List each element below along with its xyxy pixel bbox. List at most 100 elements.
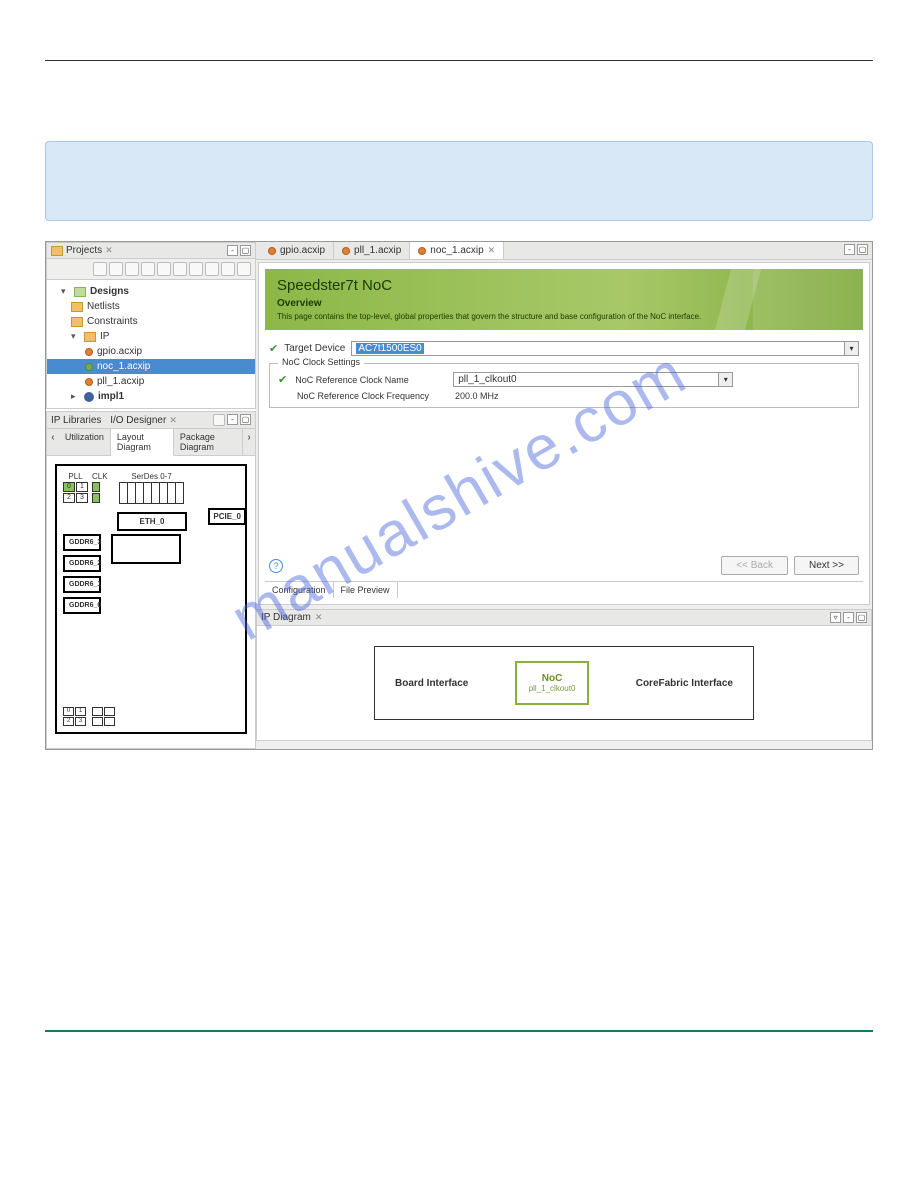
maximize-button[interactable]: ▢ bbox=[240, 414, 251, 425]
tab-utilization[interactable]: Utilization bbox=[59, 429, 111, 455]
expand-icon[interactable]: ▸ bbox=[71, 392, 80, 401]
config-header: Speedster7t NoC Overview This page conta… bbox=[265, 269, 863, 330]
clk-grid[interactable] bbox=[92, 482, 108, 503]
tree-node-pll[interactable]: pll_1.acxip bbox=[47, 374, 255, 389]
scroll-left-icon[interactable]: ‹ bbox=[47, 429, 59, 455]
pll-cell[interactable]: 0 bbox=[63, 482, 75, 492]
maximize-button[interactable]: ▢ bbox=[240, 245, 251, 256]
grid-cell[interactable] bbox=[92, 717, 103, 726]
grid-cell[interactable] bbox=[104, 707, 115, 716]
close-icon[interactable]: ✕ bbox=[105, 245, 113, 256]
back-button: << Back bbox=[721, 556, 788, 575]
gddr-block[interactable]: GDDR6_1 bbox=[63, 576, 101, 593]
scroll-right-icon[interactable]: › bbox=[243, 429, 255, 455]
board-interface-label: Board Interface bbox=[395, 678, 468, 689]
toolbar-icon[interactable] bbox=[213, 414, 225, 426]
pll-cell[interactable]: 3 bbox=[76, 493, 88, 503]
bottom-grid[interactable]: 0 1 2 3 bbox=[63, 707, 86, 726]
toolbar-icon[interactable] bbox=[125, 262, 139, 276]
tab-layout-diagram[interactable]: Layout Diagram bbox=[111, 429, 174, 456]
close-icon[interactable]: ✕ bbox=[315, 612, 323, 623]
serdes-block[interactable] bbox=[120, 482, 184, 504]
noc-block[interactable]: NoC pll_1_clkout0 bbox=[515, 661, 590, 705]
minimize-button[interactable]: - bbox=[227, 245, 238, 256]
editor-tab-label: pll_1.acxip bbox=[354, 245, 401, 256]
close-icon[interactable]: ✕ bbox=[169, 415, 177, 426]
collapse-icon[interactable]: ▾ bbox=[61, 287, 70, 296]
tree-node-impl[interactable]: ▸ impl1 bbox=[47, 389, 255, 404]
tab-file-preview[interactable]: File Preview bbox=[334, 582, 398, 598]
clk-cell[interactable] bbox=[92, 482, 100, 492]
ip-file-icon bbox=[85, 348, 93, 356]
toolbar-icon[interactable] bbox=[173, 262, 187, 276]
editor-tab-label: noc_1.acxip bbox=[430, 245, 483, 256]
grid-cell[interactable] bbox=[92, 707, 103, 716]
tree-label: Designs bbox=[90, 286, 129, 297]
pll-cell[interactable]: 2 bbox=[63, 493, 75, 503]
maximize-button[interactable]: ▢ bbox=[856, 612, 867, 623]
toolbar-icon[interactable] bbox=[109, 262, 123, 276]
toolbar-icon[interactable] bbox=[221, 262, 235, 276]
folder-icon bbox=[71, 302, 83, 312]
editor-tab-label: gpio.acxip bbox=[280, 245, 325, 256]
minimize-button[interactable]: - bbox=[227, 414, 238, 425]
bottom-grid[interactable] bbox=[92, 707, 115, 726]
editor-tab-gpio[interactable]: gpio.acxip bbox=[260, 242, 334, 259]
toolbar-icon[interactable] bbox=[189, 262, 203, 276]
pcie-block[interactable]: PCIE_0 bbox=[208, 508, 246, 525]
tree-node-designs[interactable]: ▾ Designs bbox=[47, 284, 255, 299]
ref-clock-name-value: pll_1_clkout0 bbox=[458, 374, 516, 385]
ip-libraries-tab[interactable]: IP Libraries bbox=[51, 415, 101, 426]
ref-clock-name-select[interactable]: pll_1_clkout0 ▾ bbox=[453, 372, 733, 387]
grid-cell[interactable] bbox=[104, 717, 115, 726]
ip-diagram-title: IP Diagram bbox=[261, 612, 311, 623]
projects-panel-title: Projects bbox=[66, 245, 102, 256]
target-device-select[interactable]: AC7t1500ES0 ▾ bbox=[351, 341, 859, 356]
help-icon[interactable]: ? bbox=[269, 559, 283, 573]
tree-node-constraints[interactable]: Constraints bbox=[47, 314, 255, 329]
gear-icon bbox=[84, 392, 94, 402]
chevron-down-icon[interactable]: ▾ bbox=[718, 373, 732, 386]
tab-configuration[interactable]: Configuration bbox=[265, 582, 334, 598]
io-designer-tab[interactable]: I/O Designer bbox=[110, 415, 166, 426]
minimize-button[interactable]: - bbox=[843, 612, 854, 623]
view-menu-button[interactable]: ▿ bbox=[830, 612, 841, 623]
grid-cell[interactable]: 3 bbox=[75, 717, 86, 726]
toolbar-icon[interactable] bbox=[141, 262, 155, 276]
gddr-block[interactable]: GDDR6_0 bbox=[63, 597, 101, 614]
editor-tab-pll[interactable]: pll_1.acxip bbox=[334, 242, 410, 259]
pll-grid[interactable]: 0 1 2 3 bbox=[63, 482, 88, 503]
tree-label: noc_1.acxip bbox=[97, 361, 150, 372]
ip-diagram-canvas[interactable]: Board Interface NoC pll_1_clkout0 CoreFa… bbox=[257, 626, 871, 740]
layout-diagram-view[interactable]: PLL 0 1 2 3 CLK bbox=[47, 456, 255, 748]
grid-cell[interactable]: 1 bbox=[75, 707, 86, 716]
pll-cell[interactable]: 1 bbox=[76, 482, 88, 492]
collapse-icon[interactable]: ▾ bbox=[71, 332, 80, 341]
clk-cell[interactable] bbox=[92, 493, 100, 503]
grid-cell[interactable]: 2 bbox=[63, 717, 74, 726]
gddr-block[interactable]: GDDR6_3 bbox=[63, 534, 101, 551]
close-icon[interactable]: ✕ bbox=[488, 245, 496, 256]
minimize-button[interactable]: - bbox=[844, 244, 855, 255]
gddr-block[interactable]: GDDR6_2 bbox=[63, 555, 101, 572]
chevron-down-icon[interactable]: ▾ bbox=[844, 342, 858, 355]
toolbar-icon[interactable] bbox=[157, 262, 171, 276]
tab-package-diagram[interactable]: Package Diagram bbox=[174, 429, 243, 455]
header-rule bbox=[45, 60, 873, 61]
maximize-button[interactable]: ▢ bbox=[857, 244, 868, 255]
grid-cell[interactable]: 0 bbox=[63, 707, 74, 716]
tree-node-ip[interactable]: ▾ IP bbox=[47, 329, 255, 344]
pll-label: PLL bbox=[63, 472, 88, 481]
noc-block-subtitle: pll_1_clkout0 bbox=[529, 684, 576, 693]
tree-node-netlists[interactable]: Netlists bbox=[47, 299, 255, 314]
eth-block[interactable]: ETH_0 bbox=[117, 512, 187, 531]
target-device-value: AC7t1500ES0 bbox=[356, 343, 423, 354]
toolbar-icon[interactable] bbox=[237, 262, 251, 276]
toolbar-icon[interactable] bbox=[93, 262, 107, 276]
tree-node-gpio[interactable]: gpio.acxip bbox=[47, 344, 255, 359]
editor-tab-noc[interactable]: noc_1.acxip ✕ bbox=[410, 242, 504, 259]
tree-node-noc[interactable]: noc_1.acxip bbox=[47, 359, 255, 374]
next-button[interactable]: Next >> bbox=[794, 556, 859, 575]
tree-label: impl1 bbox=[98, 391, 124, 402]
toolbar-icon[interactable] bbox=[205, 262, 219, 276]
